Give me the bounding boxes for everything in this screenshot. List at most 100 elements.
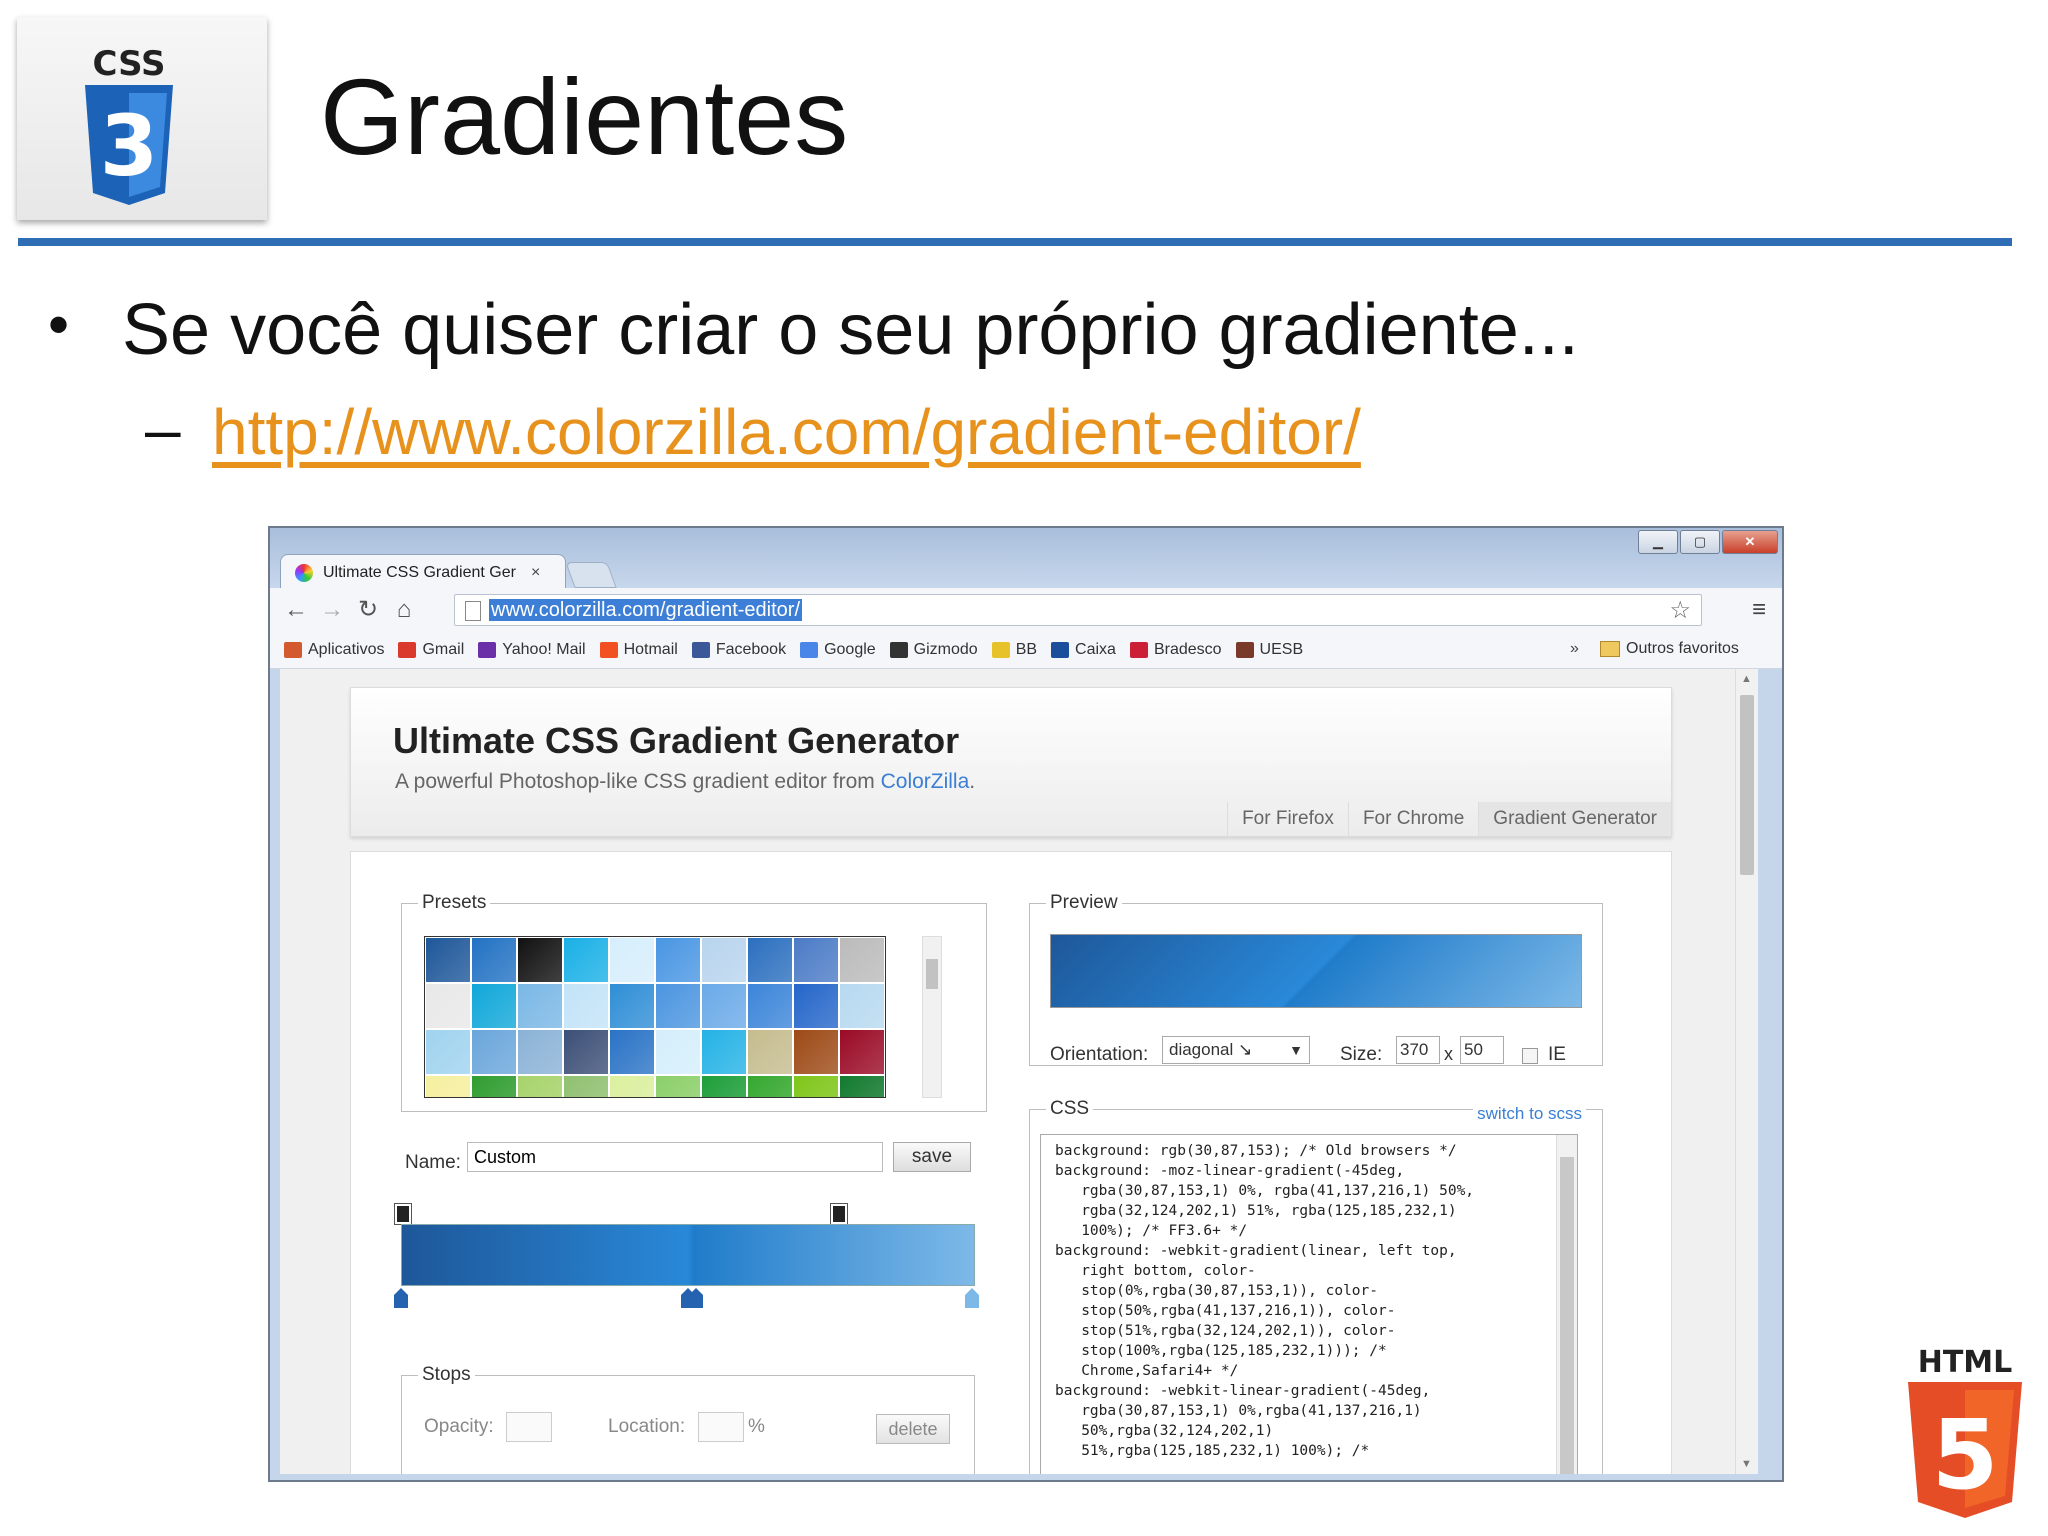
color-stop-handle-0[interactable]: [394, 1288, 408, 1308]
bookmarks-more-icon[interactable]: »: [1570, 640, 1579, 658]
address-url[interactable]: www.colorzilla.com/gradient-editor/: [489, 599, 803, 621]
bookmark-aplicativos[interactable]: Aplicativos: [284, 641, 384, 659]
preset-swatch[interactable]: [747, 937, 793, 983]
preset-swatch[interactable]: [839, 983, 885, 1029]
color-stop-handle-100[interactable]: [965, 1288, 979, 1308]
bookmark-label: Bradesco: [1153, 641, 1222, 658]
bookmark-uesb[interactable]: UESB: [1235, 641, 1303, 659]
preset-swatch[interactable]: [655, 1029, 701, 1075]
bookmark-bb[interactable]: BB: [991, 641, 1037, 659]
preset-swatch[interactable]: [793, 937, 839, 983]
preset-swatch[interactable]: [609, 1075, 655, 1097]
bookmark-bradesco[interactable]: Bradesco: [1129, 641, 1222, 659]
preset-swatch[interactable]: [517, 1029, 563, 1075]
preset-swatch[interactable]: [563, 1029, 609, 1075]
bookmark-google[interactable]: Google: [800, 641, 876, 659]
preset-swatch[interactable]: [839, 1075, 885, 1097]
browser-tab[interactable]: Ultimate CSS Gradient Ger ×: [280, 554, 566, 590]
preset-swatch[interactable]: [793, 1075, 839, 1097]
preset-swatch[interactable]: [793, 1029, 839, 1075]
page-scrollbar[interactable]: ▲ ▼: [1735, 669, 1758, 1474]
preset-swatch[interactable]: [609, 937, 655, 983]
height-input[interactable]: 50: [1460, 1036, 1504, 1064]
minimize-button[interactable]: ▁: [1638, 530, 1678, 554]
location-input[interactable]: [698, 1412, 744, 1442]
reload-icon[interactable]: ↻: [354, 596, 382, 624]
scroll-thumb[interactable]: [1740, 695, 1754, 875]
bookmark-yahoo-mail[interactable]: Yahoo! Mail: [478, 641, 586, 659]
preset-swatch[interactable]: [517, 983, 563, 1029]
css-scrollbar[interactable]: [1556, 1135, 1577, 1474]
preset-swatch[interactable]: [655, 937, 701, 983]
preset-swatch[interactable]: [839, 937, 885, 983]
preset-swatch[interactable]: [701, 937, 747, 983]
tab-gradient-generator[interactable]: Gradient Generator: [1478, 802, 1671, 836]
save-button[interactable]: save: [893, 1142, 971, 1172]
bookmark-hotmail[interactable]: Hotmail: [599, 641, 678, 659]
bookmark-star-icon[interactable]: ☆: [1669, 596, 1691, 625]
new-tab-button[interactable]: [565, 562, 617, 588]
forward-arrow-icon[interactable]: →: [318, 596, 346, 624]
color-stop-handle-51[interactable]: [689, 1288, 703, 1308]
ie-checkbox[interactable]: [1522, 1048, 1538, 1064]
opacity-input[interactable]: [506, 1412, 552, 1442]
preset-swatch[interactable]: [839, 1029, 885, 1075]
maximize-button[interactable]: ▢: [1680, 530, 1720, 554]
scroll-up-icon[interactable]: ▲: [1741, 673, 1752, 685]
tab-for-firefox[interactable]: For Firefox: [1227, 802, 1348, 836]
apps-grid-icon: [284, 642, 302, 658]
bookmark-facebook[interactable]: Facebook: [691, 641, 786, 659]
preset-swatch[interactable]: [701, 1029, 747, 1075]
preset-swatch[interactable]: [701, 1075, 747, 1097]
preset-swatch[interactable]: [747, 1029, 793, 1075]
other-bookmarks[interactable]: Outros favoritos: [1600, 640, 1739, 658]
width-input[interactable]: 370: [1396, 1036, 1440, 1064]
preset-swatch[interactable]: [425, 1029, 471, 1075]
preset-swatch[interactable]: [471, 1075, 517, 1097]
preset-swatch[interactable]: [471, 937, 517, 983]
preset-swatch[interactable]: [425, 1075, 471, 1097]
preset-swatch[interactable]: [563, 983, 609, 1029]
preset-swatch[interactable]: [425, 937, 471, 983]
bookmark-gizmodo[interactable]: Gizmodo: [889, 641, 978, 659]
orientation-select[interactable]: diagonal ↘ ▼: [1162, 1036, 1310, 1064]
preset-swatch[interactable]: [747, 983, 793, 1029]
preset-swatch[interactable]: [655, 1075, 701, 1097]
delete-stop-button[interactable]: delete: [876, 1414, 950, 1444]
preset-swatch[interactable]: [517, 937, 563, 983]
home-icon[interactable]: ⌂: [390, 596, 418, 624]
gradient-bar[interactable]: [401, 1224, 975, 1286]
preset-swatch[interactable]: [563, 1075, 609, 1097]
switch-to-scss-link[interactable]: switch to scss: [1473, 1104, 1586, 1124]
colorzilla-link[interactable]: http://www.colorzilla.com/gradient-edito…: [212, 392, 1361, 472]
preset-swatch[interactable]: [609, 1029, 655, 1075]
preset-swatch[interactable]: [701, 983, 747, 1029]
browser-menu-icon[interactable]: ≡: [1752, 596, 1766, 624]
opacity-stop-handle-left[interactable]: [394, 1203, 412, 1225]
back-arrow-icon[interactable]: ←: [282, 596, 310, 624]
scroll-down-icon[interactable]: ▼: [1741, 1458, 1752, 1470]
css-output[interactable]: background: rgb(30,87,153); /* Old brows…: [1040, 1134, 1578, 1474]
tab-for-chrome[interactable]: For Chrome: [1347, 802, 1478, 836]
colorzilla-site-link[interactable]: ColorZilla: [881, 770, 970, 793]
preset-swatch[interactable]: [655, 983, 701, 1029]
opacity-stop-handle-right[interactable]: [830, 1203, 848, 1225]
presets-scrollbar[interactable]: [922, 936, 942, 1098]
css-fieldset: CSS switch to scss background: rgb(30,87…: [1029, 1098, 1603, 1474]
preset-swatch[interactable]: [471, 983, 517, 1029]
preset-swatch[interactable]: [425, 983, 471, 1029]
preset-swatch[interactable]: [609, 983, 655, 1029]
gradient-name-input[interactable]: [467, 1142, 883, 1172]
window-controls: ▁ ▢ ✕: [1638, 530, 1778, 554]
tab-close-icon[interactable]: ×: [531, 564, 540, 582]
preset-swatch[interactable]: [793, 983, 839, 1029]
browser-window: ▁ ▢ ✕ Ultimate CSS Gradient Ger × ← → ↻ …: [268, 526, 1784, 1482]
preset-swatch[interactable]: [563, 937, 609, 983]
bookmark-caixa[interactable]: Caixa: [1051, 641, 1116, 659]
preset-swatch[interactable]: [747, 1075, 793, 1097]
address-bar[interactable]: www.colorzilla.com/gradient-editor/ ☆: [454, 594, 1702, 626]
close-window-button[interactable]: ✕: [1722, 530, 1778, 554]
preset-swatch[interactable]: [471, 1029, 517, 1075]
bookmark-gmail[interactable]: Gmail: [398, 641, 464, 659]
preset-swatch[interactable]: [517, 1075, 563, 1097]
